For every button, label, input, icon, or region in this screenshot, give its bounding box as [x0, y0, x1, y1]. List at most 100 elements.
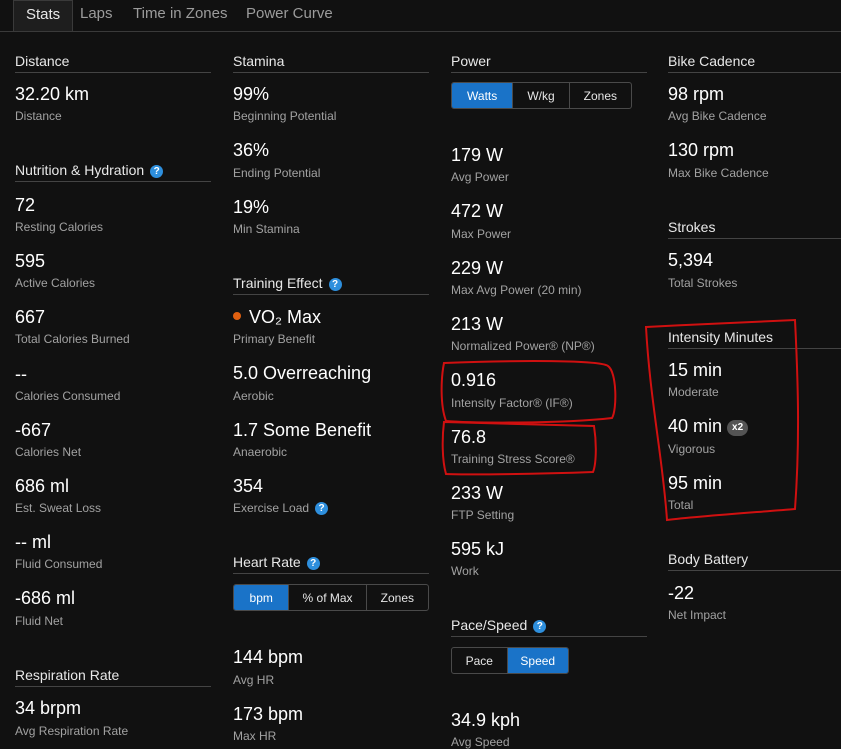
max-hr-value: 173 bpm	[233, 704, 304, 724]
avg-power-value: 179 W	[451, 145, 504, 165]
training-stress-score-value: 76.8	[451, 427, 487, 447]
normalized-power-label: Normalized Power® (NP®)	[451, 339, 595, 353]
respiration-label: Avg Respiration Rate	[15, 724, 129, 738]
stamina-section-title: Stamina	[233, 52, 429, 73]
multiplier-badge: x2	[727, 420, 749, 436]
tab-stats[interactable]: Stats	[13, 0, 74, 31]
tab-bar: Stats Laps Time in Zones Power Curve	[0, 0, 841, 32]
help-icon[interactable]: ?	[328, 278, 342, 291]
beginning-potential-label: Beginning Potential	[233, 109, 337, 123]
distance-value: 32.20 km	[15, 84, 90, 104]
total-calories-label: Total Calories Burned	[15, 332, 130, 346]
aerobic-label: Aerobic	[233, 389, 274, 403]
training-effect-title-text: Training Effect	[233, 275, 323, 291]
exercise-load-label-text: Exercise Load	[233, 501, 310, 515]
total-strokes-value: 5,394	[668, 250, 714, 270]
fluid-net-label: Fluid Net	[15, 614, 64, 628]
resting-calories-value: 72	[15, 195, 36, 215]
heart-rate-section-title: Heart Rate?	[233, 553, 429, 574]
hr-bpm-button[interactable]: bpm	[234, 585, 290, 610]
max-cadence-label: Max Bike Cadence	[668, 166, 769, 180]
intensity-minutes-section-title: Intensity Minutes	[668, 328, 841, 349]
power-wkg-button[interactable]: W/kg	[513, 83, 570, 108]
power-watts-button[interactable]: Watts	[452, 83, 514, 108]
pace-speed-title-text: Pace/Speed	[451, 617, 528, 633]
fluid-consumed-label: Fluid Consumed	[15, 557, 103, 571]
avg-hr-value: 144 bpm	[233, 647, 304, 667]
sweat-loss-label: Est. Sweat Loss	[15, 501, 102, 515]
cadence-section-title: Bike Cadence	[668, 52, 841, 73]
primary-benefit-label: Primary Benefit	[233, 332, 316, 346]
body-battery-section-title: Body Battery	[668, 550, 841, 571]
power-zones-button[interactable]: Zones	[570, 83, 631, 108]
heart-rate-unit-toggle: bpm % of Max Zones	[233, 584, 429, 611]
help-icon[interactable]: ?	[150, 165, 164, 178]
help-icon[interactable]: ?	[533, 620, 547, 633]
exercise-load-label: Exercise Load?	[233, 501, 329, 515]
primary-benefit-text: VO₂ Max	[249, 307, 321, 327]
avg-power-label: Avg Power	[451, 170, 509, 184]
ftp-setting-value: 233 W	[451, 483, 504, 503]
min-stamina-label: Min Stamina	[233, 222, 300, 236]
primary-benefit-value: VO₂ Max	[233, 306, 321, 328]
moderate-minutes-label: Moderate	[668, 385, 719, 399]
total-strokes-label: Total Strokes	[668, 276, 738, 290]
avg-speed-label: Avg Speed	[451, 735, 510, 749]
work-value: 595 kJ	[451, 539, 505, 559]
max-cadence-value: 130 rpm	[668, 140, 735, 160]
moderate-minutes-value: 15 min	[668, 360, 723, 380]
exercise-load-value: 354	[233, 476, 264, 496]
beginning-potential-value: 99%	[233, 84, 270, 104]
ending-potential-value: 36%	[233, 140, 270, 160]
sweat-loss-value: 686 ml	[15, 476, 70, 496]
total-minutes-value: 95 min	[668, 473, 723, 493]
help-icon[interactable]: ?	[306, 557, 320, 570]
fluid-net-value: -686 ml	[15, 588, 76, 608]
resting-calories-label: Resting Calories	[15, 220, 104, 234]
net-impact-value: -22	[668, 583, 695, 603]
hr-percent-max-button[interactable]: % of Max	[289, 585, 367, 610]
avg-cadence-label: Avg Bike Cadence	[668, 109, 767, 123]
hr-zones-button[interactable]: Zones	[367, 585, 428, 610]
distance-label: Distance	[15, 109, 62, 123]
max-power-value: 472 W	[451, 201, 504, 221]
pace-button[interactable]: Pace	[452, 648, 508, 673]
nutrition-section-title: Nutrition & Hydration?	[15, 161, 211, 182]
anaerobic-label: Anaerobic	[233, 445, 288, 459]
anaerobic-value: 1.7 Some Benefit	[233, 420, 372, 440]
speed-button[interactable]: Speed	[507, 648, 568, 673]
aerobic-value: 5.0 Overreaching	[233, 363, 372, 383]
vigorous-minutes-text: 40 min	[668, 416, 723, 436]
training-stress-score-label: Training Stress Score®	[451, 452, 575, 466]
tab-power-curve[interactable]: Power Curve	[246, 0, 333, 30]
pace-speed-section-title: Pace/Speed?	[451, 616, 647, 637]
training-effect-section-title: Training Effect?	[233, 274, 429, 295]
ftp-setting-label: FTP Setting	[451, 508, 515, 522]
max-avg-power-value: 229 W	[451, 258, 504, 278]
power-unit-toggle: Watts W/kg Zones	[451, 82, 632, 109]
total-calories-value: 667	[15, 307, 46, 327]
vigorous-minutes-value: 40 min x2	[668, 415, 749, 437]
calories-consumed-label: Calories Consumed	[15, 389, 121, 403]
intensity-factor-label: Intensity Factor® (IF®)	[451, 396, 573, 410]
min-stamina-value: 19%	[233, 197, 270, 217]
fluid-consumed-value: -- ml	[15, 532, 51, 552]
heart-rate-title-text: Heart Rate	[233, 554, 301, 570]
work-label: Work	[451, 564, 479, 578]
power-section-title: Power	[451, 52, 647, 73]
avg-hr-label: Avg HR	[233, 673, 275, 687]
tab-time-in-zones[interactable]: Time in Zones	[133, 0, 227, 30]
tab-laps[interactable]: Laps	[80, 0, 113, 30]
help-icon[interactable]: ?	[315, 502, 329, 515]
distance-section-title: Distance	[15, 52, 211, 73]
respiration-value: 34 brpm	[15, 698, 82, 718]
active-calories-value: 595	[15, 251, 46, 271]
vigorous-minutes-label: Vigorous	[668, 442, 716, 456]
normalized-power-value: 213 W	[451, 314, 504, 334]
nutrition-title-text: Nutrition & Hydration	[15, 162, 145, 178]
avg-speed-value: 34.9 kph	[451, 710, 521, 730]
max-power-label: Max Power	[451, 227, 512, 241]
intensity-factor-value: 0.916	[451, 370, 497, 390]
calories-net-value: -667	[15, 420, 52, 440]
max-hr-label: Max HR	[233, 729, 277, 743]
